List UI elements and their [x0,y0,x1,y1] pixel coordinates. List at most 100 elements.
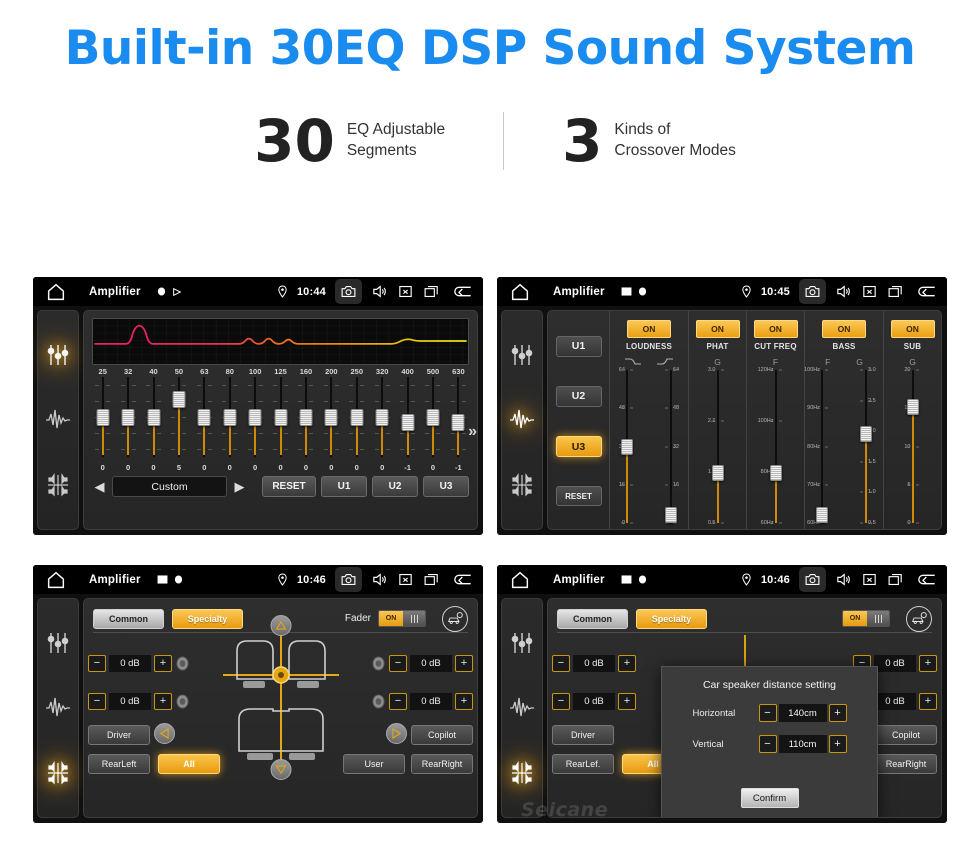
eq-slider-thumb[interactable] [121,409,135,426]
eq-slider[interactable] [171,377,187,457]
decrease-button[interactable]: − [389,693,407,710]
close-box-icon[interactable] [861,571,878,588]
position-all-button[interactable]: All [158,754,220,774]
eq-sliders-icon[interactable] [509,630,535,656]
toggle-loudness[interactable]: ON [627,320,671,338]
slider-bass-1[interactable]: 3.02.52.01.51.00.5 [849,367,883,526]
recent-apps-icon[interactable] [423,283,440,300]
eq-slider[interactable] [120,377,136,457]
tab-specialty[interactable]: Specialty [172,608,243,629]
slider-phat-0[interactable]: 3.02.11.30.5 [701,367,735,526]
eq-band-320[interactable] [369,377,394,463]
eq-slider[interactable] [400,377,416,457]
eq-band-80[interactable] [217,377,242,463]
preset-u3-button[interactable]: U3 [555,436,602,458]
back-arrow-icon[interactable] [449,283,474,300]
home-icon[interactable] [509,569,531,591]
slider-bass-0[interactable]: 100Hz 90Hz 80Hz 70Hz 60Hz [804,367,839,526]
balance-icon[interactable] [45,760,71,786]
eq-band-200[interactable] [319,377,344,463]
nav-up-button[interactable] [270,615,291,636]
preset-name[interactable]: Custom [112,476,227,497]
waveform-icon[interactable] [509,407,535,433]
preset-prev-button[interactable]: ◀ [92,477,107,496]
eq-slider-thumb[interactable] [350,409,364,426]
position-driver-button[interactable]: Driver [88,725,150,745]
slider-thumb[interactable] [860,426,872,443]
slider-thumb[interactable] [906,398,919,415]
more-chevron-icon[interactable]: » [468,423,477,441]
slider-loudness-0[interactable]: 644832160 [610,367,644,526]
home-icon[interactable] [45,569,67,591]
eq-band-40[interactable] [141,377,166,463]
eq-slider-thumb[interactable] [172,391,186,408]
balance-icon[interactable] [509,472,535,498]
slider-sub-0[interactable]: 20151050 [896,367,930,526]
eq-preset-u1-button[interactable]: U1 [321,476,367,497]
eq-slider-thumb[interactable] [451,414,465,431]
eq-band-63[interactable] [192,377,217,463]
slider-thumb[interactable] [816,507,828,524]
waveform-icon[interactable] [45,407,71,433]
eq-slider[interactable] [95,377,111,457]
position-copilot-button[interactable]: Copilot [411,725,473,745]
eq-slider[interactable] [323,377,339,457]
eq-sliders-icon[interactable] [45,630,71,656]
position-user-button[interactable]: User [343,754,405,774]
camera-button[interactable] [335,279,362,304]
eq-slider-thumb[interactable] [375,409,389,426]
eq-reset-button[interactable]: RESET [262,476,316,497]
decrease-button[interactable]: − [389,655,407,672]
close-box-icon[interactable] [397,571,414,588]
recent-apps-icon[interactable] [887,571,904,588]
back-arrow-icon[interactable] [913,283,938,300]
eq-slider-thumb[interactable] [248,409,262,426]
position-rearright-button[interactable]: RearRight [411,754,473,774]
balance-icon[interactable] [45,472,71,498]
eq-slider-thumb[interactable] [401,414,415,431]
preset-next-button[interactable]: ▶ [232,477,247,496]
eq-preset-u3-button[interactable]: U3 [423,476,469,497]
eq-band-25[interactable] [90,377,115,463]
eq-slider[interactable] [146,377,162,457]
eq-band-630[interactable] [446,377,471,463]
toggle-sub[interactable]: ON [890,320,935,338]
volume-icon[interactable] [835,571,852,588]
eq-slider-thumb[interactable] [96,409,110,426]
eq-slider[interactable] [425,377,441,457]
eq-band-500[interactable] [420,377,445,463]
eq-slider-thumb[interactable] [274,409,288,426]
increase-button[interactable]: + [455,655,473,672]
back-arrow-icon[interactable] [913,571,938,588]
close-box-icon[interactable] [397,283,414,300]
eq-slider[interactable] [273,377,289,457]
camera-button[interactable] [335,567,362,592]
toggle-cut-freq[interactable]: ON [753,320,798,338]
back-arrow-icon[interactable] [449,571,474,588]
toggle-phat[interactable]: ON [695,320,740,338]
increase-button[interactable]: + [154,655,172,672]
vertical-increase-button[interactable]: + [828,735,847,753]
home-icon[interactable] [509,281,531,303]
eq-slider-thumb[interactable] [223,409,237,426]
nav-right-button[interactable] [386,723,407,744]
slider-thumb[interactable] [711,464,724,481]
eq-slider-thumb[interactable] [197,409,211,426]
car-settings-button[interactable] [442,605,468,632]
confirm-button[interactable]: Confirm [740,788,799,808]
eq-band-100[interactable] [242,377,267,463]
camera-button[interactable] [799,567,826,592]
eq-band-250[interactable] [344,377,369,463]
toggle-bass[interactable]: ON [822,320,866,338]
volume-icon[interactable] [371,571,388,588]
eq-sliders-icon[interactable] [45,342,71,368]
eq-band-50[interactable] [166,377,191,463]
waveform-icon[interactable] [45,695,71,721]
decrease-button[interactable]: − [88,693,106,710]
horizontal-increase-button[interactable]: + [828,704,847,722]
eq-slider[interactable] [247,377,263,457]
slider-thumb[interactable] [769,464,782,481]
seat-diagram[interactable] [217,633,345,771]
eq-band-400[interactable] [395,377,420,463]
tab-common[interactable]: Common [93,608,164,629]
